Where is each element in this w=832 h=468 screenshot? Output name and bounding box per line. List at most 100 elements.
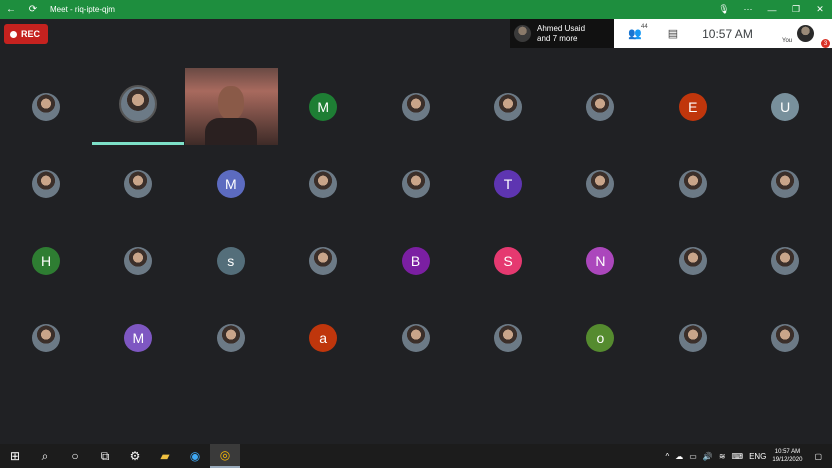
- cortana-icon[interactable]: ○: [60, 444, 90, 468]
- participant-tile[interactable]: [647, 145, 739, 222]
- avatar: [32, 323, 60, 352]
- initial-avatar: a: [309, 323, 338, 352]
- avatar: [678, 323, 707, 352]
- participant-tile[interactable]: [92, 222, 184, 299]
- participant-tile[interactable]: [370, 299, 462, 376]
- avatar: [309, 246, 338, 275]
- volume-icon[interactable]: 🔊: [703, 452, 713, 461]
- chevron-up-icon[interactable]: ^: [666, 452, 670, 461]
- clock-date: 19/12/2020: [772, 457, 803, 463]
- task-view-icon[interactable]: ⧉: [90, 444, 120, 468]
- initial-avatar: U: [771, 92, 800, 121]
- windows-start-icon[interactable]: ⊞: [0, 444, 30, 468]
- participants-preview[interactable]: Ahmed Usaid and 7 more: [510, 19, 614, 48]
- participant-tile[interactable]: [277, 222, 369, 299]
- participant-tile[interactable]: [0, 299, 92, 376]
- avatar: [124, 246, 153, 275]
- people-icon[interactable]: 👥 44: [628, 24, 648, 40]
- file-explorer-icon[interactable]: ▰: [150, 444, 180, 468]
- close-icon[interactable]: ✕: [808, 0, 832, 19]
- avatar: [586, 92, 615, 121]
- initial-avatar: S: [494, 246, 522, 275]
- initial-avatar: o: [586, 323, 615, 352]
- participant-tile[interactable]: [0, 145, 92, 222]
- initial-avatar: M: [309, 92, 338, 121]
- participant-tile[interactable]: [370, 68, 462, 145]
- avatar: [514, 25, 531, 42]
- chat-icon[interactable]: ▤: [668, 27, 678, 40]
- participant-tile[interactable]: [462, 68, 554, 145]
- participant-tile[interactable]: [739, 222, 831, 299]
- avatar: [32, 169, 60, 198]
- participant-tile[interactable]: U: [739, 68, 831, 145]
- clock-time: 10:57 AM: [774, 449, 801, 455]
- participant-more: and 7 more: [537, 33, 578, 43]
- initial-avatar: s: [216, 246, 245, 275]
- participant-tile[interactable]: [92, 145, 184, 222]
- notification-icon[interactable]: ▢: [814, 452, 822, 461]
- initial-avatar: M: [216, 169, 245, 198]
- notification-badge: 3: [821, 39, 830, 48]
- participant-video[interactable]: [185, 68, 278, 145]
- system-clock[interactable]: 10:57 AM 19/12/2020: [772, 448, 802, 464]
- meeting-top-bar: REC Ahmed Usaid and 7 more 👥 44 ▤ 10:57 A…: [0, 19, 832, 68]
- cloud-icon[interactable]: ☁: [675, 452, 683, 461]
- participant-tile[interactable]: E: [647, 68, 739, 145]
- minimize-icon[interactable]: —: [760, 0, 784, 19]
- avatar: [771, 246, 800, 275]
- initial-avatar: M: [124, 323, 153, 352]
- participant-tile[interactable]: [554, 68, 646, 145]
- participant-tile[interactable]: M: [92, 299, 184, 376]
- participant-tile[interactable]: [277, 145, 369, 222]
- participant-tile[interactable]: [0, 68, 92, 145]
- speaker-avatar: [119, 84, 158, 123]
- wifi-icon[interactable]: ≋: [719, 452, 726, 461]
- refresh-icon[interactable]: ⟳: [22, 0, 44, 19]
- participant-tile[interactable]: s: [185, 222, 277, 299]
- participant-tile[interactable]: M: [277, 68, 369, 145]
- search-icon[interactable]: ⌕: [30, 444, 60, 468]
- edge-browser-icon[interactable]: ◉: [180, 444, 210, 468]
- participant-tile[interactable]: [370, 145, 462, 222]
- avatar: [771, 323, 800, 352]
- participant-tile[interactable]: B: [370, 222, 462, 299]
- participant-tile[interactable]: S: [462, 222, 554, 299]
- keyboard-icon[interactable]: ⌨: [732, 452, 744, 461]
- participant-tile[interactable]: [739, 145, 831, 222]
- participant-tile[interactable]: T: [462, 145, 554, 222]
- avatar: [678, 246, 707, 275]
- participant-tile[interactable]: a: [277, 299, 369, 376]
- participant-tile[interactable]: [185, 299, 277, 376]
- participant-tile[interactable]: M: [185, 145, 277, 222]
- participant-tile[interactable]: o: [554, 299, 646, 376]
- initial-avatar: E: [678, 92, 707, 121]
- participant-tile[interactable]: N: [554, 222, 646, 299]
- participant-tile[interactable]: H: [0, 222, 92, 299]
- battery-icon[interactable]: ▭: [689, 452, 697, 461]
- people-count: 44: [641, 24, 648, 30]
- initial-avatar: B: [401, 246, 430, 275]
- maximize-icon[interactable]: ❐: [784, 0, 808, 19]
- participant-tile[interactable]: [647, 222, 739, 299]
- participant-tile[interactable]: [462, 299, 554, 376]
- avatar: [401, 323, 430, 352]
- recording-label: REC: [21, 29, 41, 39]
- language-indicator[interactable]: ENG: [749, 452, 766, 461]
- title-bar: ← ⟳ Meet - riq-ipte-qjm 🎙 ⋯ — ❐ ✕: [0, 0, 832, 19]
- avatar: [216, 323, 245, 352]
- participant-tile[interactable]: [554, 145, 646, 222]
- settings-gear-icon[interactable]: ⚙: [120, 444, 150, 468]
- initial-avatar: H: [32, 246, 60, 275]
- participant-tile[interactable]: [647, 299, 739, 376]
- meeting-time: 10:57 AM: [702, 26, 753, 41]
- initial-avatar: N: [586, 246, 615, 275]
- self-avatar[interactable]: [797, 25, 814, 42]
- chrome-app-icon[interactable]: ◎: [210, 444, 240, 468]
- microphone-icon[interactable]: 🎙: [712, 0, 736, 19]
- back-arrow-icon[interactable]: ←: [0, 0, 22, 19]
- you-label: You: [782, 38, 793, 44]
- participant-tile[interactable]: [739, 299, 831, 376]
- more-icon[interactable]: ⋯: [736, 0, 760, 19]
- participant-tile[interactable]: ▮▮Muhammad U...: [92, 68, 264, 145]
- video-face: [218, 86, 244, 120]
